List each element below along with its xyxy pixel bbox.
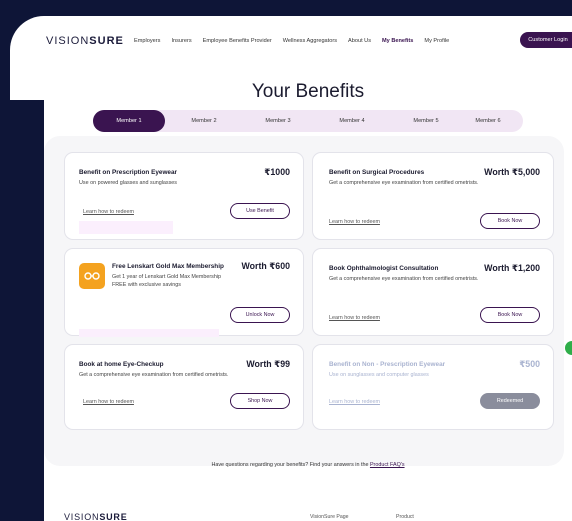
- card-title: Benefit on Surgical Procedures: [329, 169, 425, 176]
- shop-now-button[interactable]: Shop Now: [230, 393, 290, 409]
- learn-how-to-redeem-link[interactable]: Learn how to redeem: [83, 399, 134, 405]
- card-description: Get a comprehensive eye examination from…: [79, 372, 229, 378]
- page: VISIONSURE Employers Insurers Employee B…: [0, 0, 572, 521]
- card-description: Use on powered glasses and sunglasses: [79, 180, 177, 186]
- faq-line: Have questions regarding your benefits? …: [44, 462, 572, 468]
- tab-member-6[interactable]: Member 6: [457, 110, 519, 132]
- background-dark: [0, 96, 44, 521]
- card-price: Worth ₹99: [246, 359, 290, 369]
- faq-text: Have questions regarding your benefits? …: [211, 462, 369, 468]
- pink-strip: [79, 329, 219, 337]
- benefit-card-surgical-procedures: Benefit on Surgical Procedures Worth ₹5,…: [312, 152, 554, 240]
- redeemed-button: Redeemed: [480, 393, 540, 409]
- nav-wellness-aggregators[interactable]: Wellness Aggregators: [283, 38, 337, 44]
- tab-member-4[interactable]: Member 4: [321, 110, 383, 132]
- tab-member-5[interactable]: Member 5: [395, 110, 457, 132]
- glasses-icon: [84, 272, 100, 280]
- book-now-button[interactable]: Book Now: [480, 213, 540, 229]
- customer-login-button[interactable]: Customer Login: [520, 32, 572, 48]
- nav-insurers[interactable]: Insurers: [171, 38, 191, 44]
- pink-strip: [79, 221, 173, 234]
- chat-widget-icon[interactable]: [565, 341, 572, 355]
- learn-how-to-redeem-link[interactable]: Learn how to redeem: [329, 399, 380, 405]
- book-now-button[interactable]: Book Now: [480, 307, 540, 323]
- tab-member-3[interactable]: Member 3: [247, 110, 309, 132]
- card-title: Book Ophthalmologist Consultation: [329, 265, 439, 272]
- main-content: Your Benefits Member 1 Member 2 Member 3…: [44, 81, 572, 521]
- learn-how-to-redeem-link[interactable]: Learn how to redeem: [329, 315, 380, 321]
- card-description: Get a comprehensive eye examination from…: [329, 276, 479, 282]
- learn-how-to-redeem-link[interactable]: Learn how to redeem: [329, 219, 380, 225]
- nav-about-us[interactable]: About Us: [348, 38, 371, 44]
- footer-logo[interactable]: VISIONSURE: [64, 512, 128, 521]
- product-faq-link[interactable]: Product FAQ's: [370, 462, 405, 468]
- benefit-card-home-eye-checkup: Book at home Eye-Checkup Worth ₹99 Get a…: [64, 344, 304, 430]
- member-tabs: Member 1 Member 2 Member 3 Member 4 Memb…: [93, 110, 523, 132]
- card-description: Use on sunglasses and computer glasses: [329, 372, 429, 378]
- benefit-card-prescription-eyewear: Benefit on Prescription Eyewear ₹1000 Us…: [64, 152, 304, 240]
- page-title: Your Benefits: [251, 81, 365, 102]
- card-title: Benefit on Non - Prescription Eyewear: [329, 361, 446, 368]
- learn-how-to-redeem-link[interactable]: Learn how to redeem: [83, 209, 134, 215]
- main-nav: Employers Insurers Employee Benefits Pro…: [134, 38, 460, 44]
- card-description: Get 1 year of Lenskart Gold Max Membersh…: [112, 274, 222, 288]
- lenskart-gold-icon: [79, 263, 105, 289]
- card-price: Worth ₹600: [241, 261, 291, 271]
- card-title: Free Lenskart Gold Max Membership: [112, 263, 224, 270]
- nav-my-benefits[interactable]: My Benefits: [382, 38, 413, 44]
- benefit-card-lenskart-gold: Free Lenskart Gold Max Membership Worth …: [64, 248, 304, 337]
- footer-link-product[interactable]: Product: [396, 514, 414, 520]
- card-price: Worth ₹5,000: [484, 167, 540, 177]
- card-price: ₹500: [519, 359, 540, 369]
- tab-member-1[interactable]: Member 1: [93, 110, 165, 132]
- nav-employee-benefits-provider[interactable]: Employee Benefits Provider: [203, 38, 272, 44]
- nav-employers[interactable]: Employers: [134, 38, 160, 44]
- use-benefit-button[interactable]: Use Benefit: [230, 203, 290, 219]
- card-description: Get a comprehensive eye examination from…: [329, 180, 479, 186]
- card-price: Worth ₹1,200: [484, 263, 540, 273]
- logo[interactable]: VISIONSURE: [46, 35, 124, 47]
- tab-member-2[interactable]: Member 2: [173, 110, 235, 132]
- unlock-now-button[interactable]: Unlock Now: [230, 307, 290, 323]
- card-title: Benefit on Prescription Eyewear: [79, 169, 178, 176]
- benefit-card-ophthalmologist: Book Ophthalmologist Consultation Worth …: [312, 248, 554, 336]
- footer-link-visionsure-page[interactable]: VisionSure Page: [310, 514, 349, 520]
- nav-my-profile[interactable]: My Profile: [424, 38, 449, 44]
- benefit-card-non-prescription-eyewear: Benefit on Non - Prescription Eyewear ₹5…: [312, 344, 554, 430]
- card-price: ₹1000: [264, 167, 290, 177]
- card-title: Book at home Eye-Checkup: [79, 361, 164, 368]
